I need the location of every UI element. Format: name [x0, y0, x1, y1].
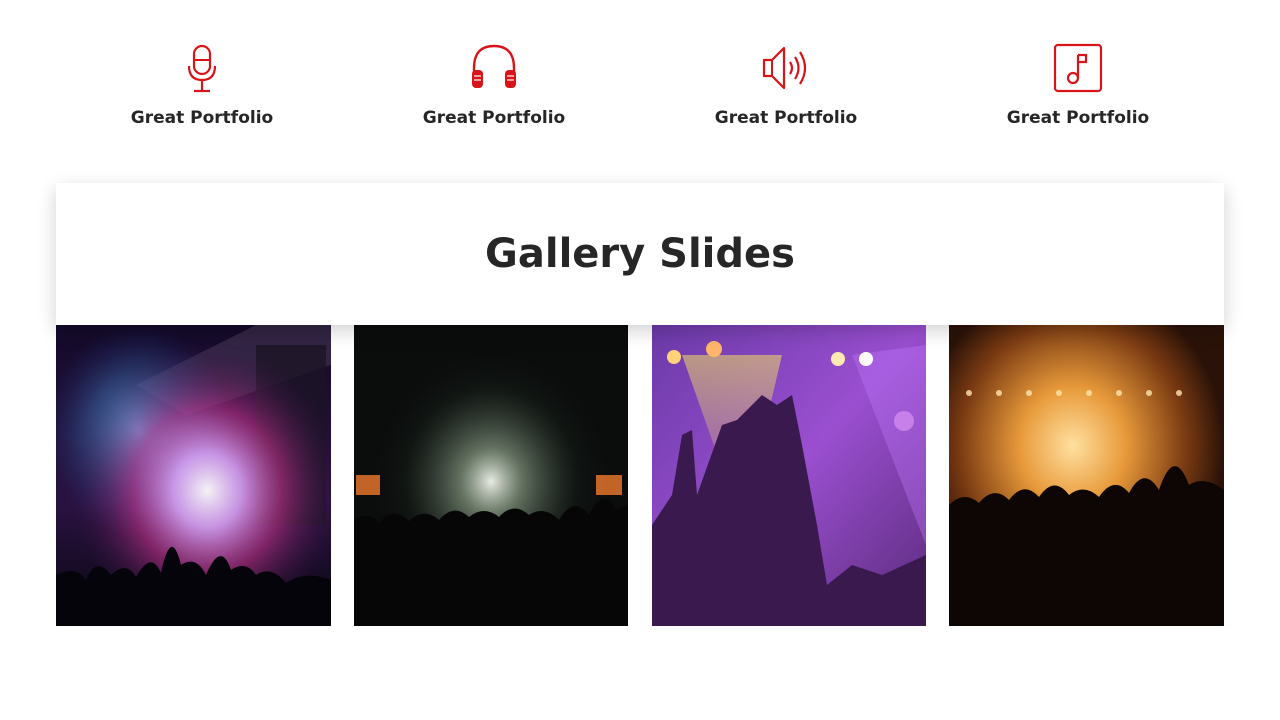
- feature-item: Great Portfolio: [82, 40, 322, 128]
- page-title: Gallery Slides: [485, 231, 795, 277]
- feature-label: Great Portfolio: [714, 108, 858, 128]
- feature-item: Great Portfolio: [666, 40, 906, 128]
- feature-item: Great Portfolio: [374, 40, 614, 128]
- microphone-icon: [187, 44, 217, 93]
- concert-fireworks-photo: [56, 325, 331, 626]
- feature-label: Great Portfolio: [422, 108, 566, 128]
- feature-label: Great Portfolio: [130, 108, 274, 128]
- feature-row: Great Portfolio Great Portfolio Great Po…: [0, 0, 1280, 160]
- concert-confetti-photo: [354, 325, 628, 626]
- headphones-icon: [472, 44, 516, 88]
- concert-crowd-orange-photo: [949, 325, 1224, 626]
- feature-item: Great Portfolio: [958, 40, 1198, 128]
- concert-hands-purple-photo: [652, 325, 926, 626]
- speaker-icon: [762, 46, 807, 90]
- title-banner: Gallery Slides: [56, 183, 1224, 325]
- feature-label: Great Portfolio: [1006, 108, 1150, 128]
- music-note-icon: [1053, 43, 1103, 93]
